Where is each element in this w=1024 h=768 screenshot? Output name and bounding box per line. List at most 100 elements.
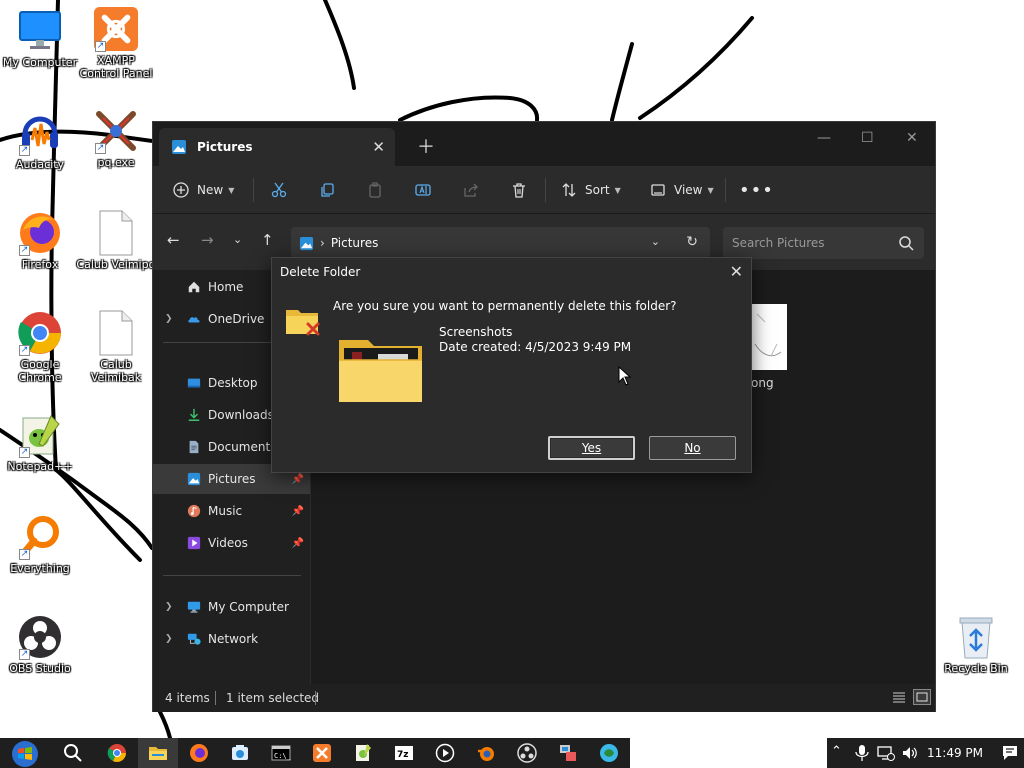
firefox-icon[interactable] xyxy=(189,743,209,763)
minimize-button[interactable]: — xyxy=(817,130,831,146)
dialog-close-icon[interactable]: ✕ xyxy=(730,262,743,281)
clock-time[interactable]: 11:49 PM xyxy=(927,746,983,760)
cut-button[interactable] xyxy=(271,178,287,202)
network-tool-icon[interactable] xyxy=(558,743,578,763)
sort-button[interactable]: Sort ▼ xyxy=(561,178,621,202)
chevron-down-icon: ▼ xyxy=(707,185,714,195)
address-bar[interactable]: › Pictures ⌄ ↻ xyxy=(291,227,710,259)
nav-item-label: Network xyxy=(208,632,259,646)
start-button-icon[interactable] xyxy=(11,740,39,768)
shortcut-arrow-icon: ↗ xyxy=(19,145,30,156)
video-icon xyxy=(187,536,201,550)
volume-icon[interactable] xyxy=(901,744,919,762)
new-button[interactable]: New ▼ xyxy=(173,178,234,202)
no-button[interactable]: No xyxy=(649,436,736,460)
delete-button[interactable] xyxy=(511,178,527,202)
obs-icon[interactable] xyxy=(517,743,537,763)
desktop-icon-firefox[interactable]: ↗ Firefox xyxy=(0,210,80,271)
desktop-icon-label: Calub Veimibak xyxy=(90,358,142,384)
desktop-icon-calub-veimipq[interactable]: Calub Veimipq xyxy=(76,210,156,271)
pin-icon[interactable]: 📌 xyxy=(292,538,304,549)
snipping-tool-icon[interactable] xyxy=(230,743,250,763)
xampp-icon[interactable] xyxy=(312,743,332,763)
7zip-icon[interactable]: 7z xyxy=(394,743,414,763)
tiles-view-icon[interactable] xyxy=(913,689,931,705)
command-prompt-icon[interactable]: C:\_ xyxy=(271,743,291,763)
nav-item-music[interactable]: Music 📌 xyxy=(153,496,310,526)
nav-item-label: My Computer xyxy=(208,600,289,614)
pictures-icon xyxy=(187,472,201,486)
pq-icon[interactable] xyxy=(599,743,619,763)
nav-item-my-computer[interactable]: ❯ My Computer xyxy=(153,592,310,622)
desktop-icon-notepadpp[interactable]: ↗ Notepad++ xyxy=(0,412,80,473)
desktop-icon-my-computer[interactable]: My Computer xyxy=(0,8,80,69)
forward-arrow-icon[interactable]: → xyxy=(201,231,214,249)
show-hidden-icons-chevron-icon[interactable]: ⌃ xyxy=(831,744,849,762)
desktop-icon-label: OBS Studio xyxy=(9,662,71,675)
tab-close-icon[interactable]: ✕ xyxy=(372,138,385,156)
desktop-icon-xampp[interactable]: ↗ XAMPP Control Panel xyxy=(76,6,156,80)
media-player-icon[interactable] xyxy=(435,743,455,763)
nav-item-label: Videos xyxy=(208,536,248,550)
details-view-icon[interactable] xyxy=(890,689,908,705)
nav-item-network[interactable]: ❯ Network xyxy=(153,624,310,654)
desktop-icon-obs-studio[interactable]: ↗ OBS Studio xyxy=(0,614,80,675)
shortcut-arrow-icon: ↗ xyxy=(19,549,30,560)
sort-icon xyxy=(562,183,576,197)
view-button[interactable]: View ▼ xyxy=(650,178,714,202)
desktop-icon-pq-exe[interactable]: ↗ pq.exe xyxy=(76,108,156,169)
title-bar[interactable]: Pictures ✕ ＋ — ☐ ✕ xyxy=(153,122,935,166)
share-button[interactable] xyxy=(463,178,479,202)
item-count: 4 items xyxy=(165,691,210,705)
dialog-title: Delete Folder xyxy=(280,265,361,279)
network-status-icon[interactable] xyxy=(877,744,895,762)
nav-item-videos[interactable]: Videos 📌 xyxy=(153,528,310,558)
pq-exe-icon: ↗ xyxy=(93,108,139,154)
notification-center-icon[interactable] xyxy=(1001,744,1019,762)
more-options-icon[interactable]: ••• xyxy=(739,178,774,202)
trash-icon xyxy=(513,183,525,198)
close-window-button[interactable]: ✕ xyxy=(906,130,918,146)
view-icon xyxy=(651,184,665,196)
search-input[interactable] xyxy=(723,227,888,259)
back-arrow-icon[interactable]: ← xyxy=(167,231,180,249)
up-arrow-icon[interactable]: ↑ xyxy=(261,231,274,249)
desktop-icon-audacity[interactable]: ↗ Audacity xyxy=(0,110,80,171)
expand-chevron-icon[interactable]: ❯ xyxy=(165,314,173,324)
refresh-icon[interactable]: ↻ xyxy=(686,234,698,250)
blender-icon[interactable] xyxy=(476,743,496,763)
notepadpp-icon[interactable] xyxy=(353,743,373,763)
image-thumbnail[interactable] xyxy=(751,304,787,370)
status-divider xyxy=(215,691,216,705)
desktop-icon-recycle-bin[interactable]: Recycle Bin xyxy=(936,614,1016,675)
copy-button[interactable] xyxy=(319,178,335,202)
shortcut-arrow-icon: ↗ xyxy=(95,143,106,154)
search-icon[interactable] xyxy=(898,235,914,251)
clipboard-icon xyxy=(369,182,381,198)
tab-pictures[interactable]: Pictures ✕ xyxy=(159,128,395,166)
microphone-icon[interactable] xyxy=(853,744,871,762)
new-tab-button[interactable]: ＋ xyxy=(417,133,435,159)
tab-title: Pictures xyxy=(197,140,253,154)
chrome-icon[interactable] xyxy=(107,743,127,763)
address-dropdown-chevron-icon[interactable]: ⌄ xyxy=(651,235,660,248)
pin-icon[interactable]: 📌 xyxy=(292,506,304,517)
maximize-button[interactable]: ☐ xyxy=(861,130,874,146)
desktop-icon-calub-veimibak[interactable]: Calub Veimibak xyxy=(76,310,156,384)
breadcrumb-pictures[interactable]: Pictures xyxy=(331,236,379,250)
system-tray: ⌃ 11:49 PM xyxy=(827,738,1024,768)
recent-locations-chevron-icon[interactable]: ⌄ xyxy=(233,233,242,246)
rename-button[interactable] xyxy=(415,178,431,202)
desktop-icon-google-chrome[interactable]: ↗ Google Chrome xyxy=(0,310,80,384)
expand-chevron-icon[interactable]: ❯ xyxy=(165,634,173,644)
shortcut-arrow-icon: ↗ xyxy=(19,649,30,660)
desktop-icon-everything[interactable]: ↗ Everything xyxy=(0,514,80,575)
expand-chevron-icon[interactable]: ❯ xyxy=(165,602,173,612)
music-icon xyxy=(187,504,201,518)
desktop-icon-label: Everything xyxy=(10,562,70,575)
paste-button[interactable] xyxy=(367,178,383,202)
search-icon[interactable] xyxy=(63,743,83,763)
file-explorer-icon[interactable] xyxy=(148,743,168,763)
pin-icon[interactable]: 📌 xyxy=(292,474,304,485)
yes-button[interactable]: Yes xyxy=(548,436,635,460)
